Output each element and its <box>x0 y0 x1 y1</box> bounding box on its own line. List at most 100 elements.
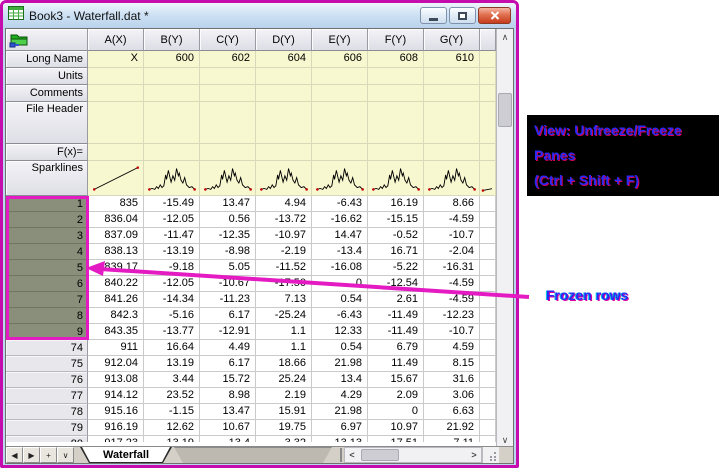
header-row-cell[interactable] <box>424 102 480 144</box>
header-row-cell[interactable] <box>312 102 368 144</box>
cell[interactable]: 0.56 <box>200 212 256 228</box>
cell[interactable]: 13.4 <box>312 372 368 388</box>
cell[interactable]: 10.97 <box>368 420 424 436</box>
sparkline-cell[interactable] <box>312 161 368 196</box>
header-row-cell[interactable]: 610 <box>424 51 480 68</box>
scroll-left-icon[interactable]: < <box>345 448 359 462</box>
header-row-cell[interactable]: 600 <box>144 51 200 68</box>
header-row-cell[interactable] <box>256 68 312 85</box>
minimize-button[interactable] <box>420 7 447 24</box>
cell[interactable]: -1.15 <box>144 404 200 420</box>
cell[interactable]: 2.19 <box>256 388 312 404</box>
cell[interactable]: 0.54 <box>312 292 368 308</box>
cell[interactable]: -4.59 <box>424 292 480 308</box>
cell[interactable]: -15.15 <box>368 212 424 228</box>
row-header[interactable]: 2 <box>6 212 88 228</box>
horizontal-scrollbar[interactable]: < > <box>344 447 482 463</box>
header-row-cell[interactable]: 602 <box>200 51 256 68</box>
resize-grip[interactable] <box>482 447 499 463</box>
header-row-cell[interactable] <box>256 85 312 102</box>
cell[interactable]: 16.71 <box>368 244 424 260</box>
header-row-cell[interactable] <box>312 144 368 161</box>
cell[interactable]: -2.19 <box>256 244 312 260</box>
cell[interactable]: 842.3 <box>88 308 144 324</box>
vertical-scroll-thumb[interactable] <box>498 93 512 127</box>
cell[interactable]: 917.23 <box>88 436 144 442</box>
cell[interactable]: 6.17 <box>200 356 256 372</box>
cell[interactable]: 913.08 <box>88 372 144 388</box>
header-row-cell[interactable] <box>144 144 200 161</box>
cell[interactable]: 15.67 <box>368 372 424 388</box>
scroll-right-icon[interactable]: > <box>467 448 481 462</box>
cell[interactable]: -11.52 <box>256 260 312 276</box>
header-row-cell[interactable] <box>368 102 424 144</box>
header-row-cell[interactable]: X <box>88 51 144 68</box>
vertical-scroll-track[interactable] <box>497 45 513 432</box>
cell[interactable]: -11.47 <box>144 228 200 244</box>
header-row-cell[interactable] <box>144 85 200 102</box>
cell[interactable]: 13.19 <box>144 356 200 372</box>
header-row-cell[interactable] <box>256 102 312 144</box>
row-header[interactable]: 6 <box>6 276 88 292</box>
vertical-scrollbar[interactable]: ∧ ∨ <box>496 29 513 448</box>
cell[interactable]: 13.19 <box>144 436 200 442</box>
header-row-cell[interactable] <box>256 144 312 161</box>
cell[interactable]: -10.7 <box>424 324 480 340</box>
row-header[interactable]: 76 <box>6 372 88 388</box>
header-row-cell[interactable] <box>368 68 424 85</box>
row-header[interactable]: 74 <box>6 340 88 356</box>
header-row-cell[interactable] <box>368 144 424 161</box>
header-row-cell[interactable]: 604 <box>256 51 312 68</box>
row-header[interactable]: 5 <box>6 260 88 276</box>
horizontal-scroll-thumb[interactable] <box>361 449 399 461</box>
header-row-cell[interactable] <box>88 102 144 144</box>
column-header[interactable]: C(Y) <box>200 29 256 51</box>
cell[interactable]: 912.04 <box>88 356 144 372</box>
cell[interactable]: 911 <box>88 340 144 356</box>
cell[interactable]: -16.62 <box>312 212 368 228</box>
row-header[interactable]: 79 <box>6 420 88 436</box>
cell[interactable]: -8.98 <box>200 244 256 260</box>
header-row-cell[interactable] <box>424 68 480 85</box>
cell[interactable]: 916.19 <box>88 420 144 436</box>
cell[interactable]: 7.11 <box>424 436 480 442</box>
header-row-cell[interactable] <box>200 85 256 102</box>
cell[interactable]: 4.29 <box>312 388 368 404</box>
cell[interactable]: 13.13 <box>312 436 368 442</box>
cell[interactable]: -11.23 <box>200 292 256 308</box>
cell[interactable]: -6.43 <box>312 196 368 212</box>
cell[interactable]: -12.05 <box>144 212 200 228</box>
cell[interactable]: 4.59 <box>424 340 480 356</box>
cell[interactable]: 8.15 <box>424 356 480 372</box>
tab-next-icon[interactable]: ▶ <box>23 447 40 463</box>
sparkline-cell[interactable] <box>368 161 424 196</box>
cell[interactable]: -16.08 <box>312 260 368 276</box>
cell[interactable]: 3.44 <box>144 372 200 388</box>
cell[interactable]: -10.67 <box>200 276 256 292</box>
cell[interactable]: 5.05 <box>200 260 256 276</box>
header-row-cell[interactable] <box>88 144 144 161</box>
tab-waterfall[interactable]: Waterfall <box>80 447 172 463</box>
cell[interactable]: -5.16 <box>144 308 200 324</box>
cell[interactable]: 14.47 <box>312 228 368 244</box>
cell[interactable]: 12.33 <box>312 324 368 340</box>
sparkline-cell[interactable] <box>88 161 144 196</box>
cell[interactable]: 840.22 <box>88 276 144 292</box>
cell[interactable]: -11.49 <box>368 324 424 340</box>
row-header[interactable]: 77 <box>6 388 88 404</box>
header-row-cell[interactable] <box>144 102 200 144</box>
header-row-label[interactable]: Sparklines <box>6 161 88 196</box>
cell[interactable]: 11.49 <box>368 356 424 372</box>
cell[interactable]: -11.49 <box>368 308 424 324</box>
cell[interactable]: 0 <box>368 404 424 420</box>
cell[interactable]: 4.49 <box>200 340 256 356</box>
cell[interactable]: 835 <box>88 196 144 212</box>
cell[interactable]: 841.26 <box>88 292 144 308</box>
cell[interactable]: -10.97 <box>256 228 312 244</box>
header-row-cell[interactable] <box>424 85 480 102</box>
cell[interactable]: 1.1 <box>256 324 312 340</box>
cell[interactable]: 2.09 <box>368 388 424 404</box>
cell[interactable]: 7.13 <box>256 292 312 308</box>
header-row-cell[interactable] <box>88 85 144 102</box>
column-header[interactable]: A(X) <box>88 29 144 51</box>
